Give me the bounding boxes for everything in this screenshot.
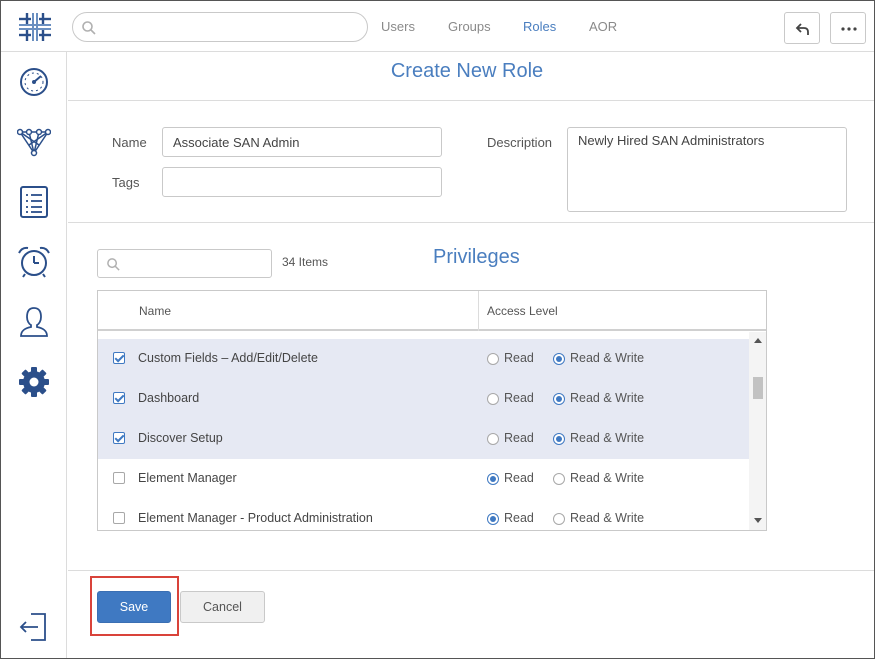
more-dots-icon	[841, 27, 857, 31]
read-write-label: Read & Write	[570, 351, 645, 365]
read-write-radio[interactable]	[553, 353, 565, 365]
column-header-access-level[interactable]: Access Level	[487, 304, 558, 318]
read-radio[interactable]	[487, 473, 499, 485]
read-write-label: Read & Write	[570, 511, 645, 525]
privileges-title: Privileges	[433, 246, 520, 268]
divider	[68, 100, 874, 101]
page-title: Create New Role	[390, 60, 544, 82]
table-row[interactable]: Dashboard Read Read & Write	[98, 379, 749, 419]
read-radio[interactable]	[487, 353, 499, 365]
privilege-name: Element Manager	[138, 471, 237, 485]
read-label: Read	[504, 471, 534, 485]
row-checkbox[interactable]	[113, 432, 125, 444]
row-checkbox[interactable]	[113, 512, 125, 524]
global-search-input[interactable]	[72, 12, 368, 42]
table-row[interactable]: Custom Fields – Add/Edit/Delete Read Rea…	[98, 339, 749, 379]
privileges-table: Name Access Level Custom Fields – Add/Ed…	[97, 290, 767, 531]
privilege-name: Dashboard	[138, 391, 200, 405]
top-bar: Users Groups Roles AOR	[1, 1, 874, 52]
user-profile-icon[interactable]	[17, 305, 51, 339]
sidebar	[1, 52, 67, 658]
read-write-radio[interactable]	[553, 513, 565, 525]
read-write-label: Read & Write	[570, 391, 645, 405]
read-label: Read	[504, 391, 534, 405]
privilege-search-input[interactable]	[97, 249, 272, 278]
read-write-label: Read & Write	[570, 471, 645, 485]
column-header-name[interactable]: Name	[139, 304, 171, 318]
back-button[interactable]	[784, 12, 820, 44]
table-row[interactable]: Element Manager - Product Administration…	[98, 499, 749, 530]
main-content: Create New Role Name Tags Description Ne…	[68, 52, 874, 658]
read-radio[interactable]	[487, 393, 499, 405]
alarm-clock-icon[interactable]	[17, 245, 51, 279]
scroll-down-arrow-icon[interactable]	[754, 518, 762, 523]
row-checkbox[interactable]	[113, 472, 125, 484]
topology-network-icon[interactable]	[17, 125, 51, 159]
read-label: Read	[504, 351, 534, 365]
logout-icon[interactable]	[17, 610, 51, 644]
settings-gear-icon[interactable]	[17, 365, 51, 399]
item-count: 34 Items	[282, 255, 329, 269]
description-field[interactable]: Newly Hired SAN Administrators	[567, 127, 847, 212]
reports-list-icon[interactable]	[17, 185, 51, 219]
read-write-radio[interactable]	[553, 433, 565, 445]
dashboard-gauge-icon[interactable]	[17, 65, 51, 99]
table-scrollbar[interactable]	[749, 332, 766, 530]
app-logo-icon[interactable]	[15, 10, 55, 44]
more-options-button[interactable]	[830, 12, 866, 44]
row-checkbox[interactable]	[113, 352, 125, 364]
table-row[interactable]: Element Manager Read Read & Write	[98, 459, 749, 499]
divider	[68, 570, 874, 571]
nav-aor[interactable]: AOR	[589, 19, 617, 34]
nav-roles[interactable]: Roles	[523, 19, 556, 34]
read-write-radio[interactable]	[553, 393, 565, 405]
search-icon	[82, 21, 96, 35]
read-radio[interactable]	[487, 433, 499, 445]
tags-field[interactable]	[162, 167, 442, 197]
scrollbar-thumb[interactable]	[753, 377, 763, 399]
read-radio[interactable]	[487, 513, 499, 525]
column-divider	[478, 291, 479, 331]
undo-arrow-icon	[795, 23, 809, 35]
tags-label: Tags	[112, 175, 140, 190]
app-window: Users Groups Roles AOR Create New Role N…	[0, 0, 875, 659]
save-button[interactable]: Save	[97, 591, 171, 623]
name-field[interactable]	[162, 127, 442, 157]
name-label: Name	[112, 135, 147, 150]
nav-users[interactable]: Users	[381, 19, 415, 34]
divider	[68, 222, 874, 223]
read-write-label: Read & Write	[570, 431, 645, 445]
read-label: Read	[504, 431, 534, 445]
scroll-up-arrow-icon[interactable]	[754, 338, 762, 343]
search-icon	[107, 258, 120, 271]
privilege-name: Element Manager - Product Administration	[138, 511, 373, 525]
read-label: Read	[504, 511, 534, 525]
description-label: Description	[487, 135, 553, 150]
read-write-radio[interactable]	[553, 473, 565, 485]
privilege-name: Discover Setup	[138, 431, 223, 445]
row-checkbox[interactable]	[113, 392, 125, 404]
privilege-name: Custom Fields – Add/Edit/Delete	[138, 351, 318, 365]
nav-groups[interactable]: Groups	[448, 19, 491, 34]
cancel-button[interactable]: Cancel	[180, 591, 265, 623]
table-row[interactable]: Discover Setup Read Read & Write	[98, 419, 749, 459]
table-header: Name Access Level	[98, 291, 766, 331]
